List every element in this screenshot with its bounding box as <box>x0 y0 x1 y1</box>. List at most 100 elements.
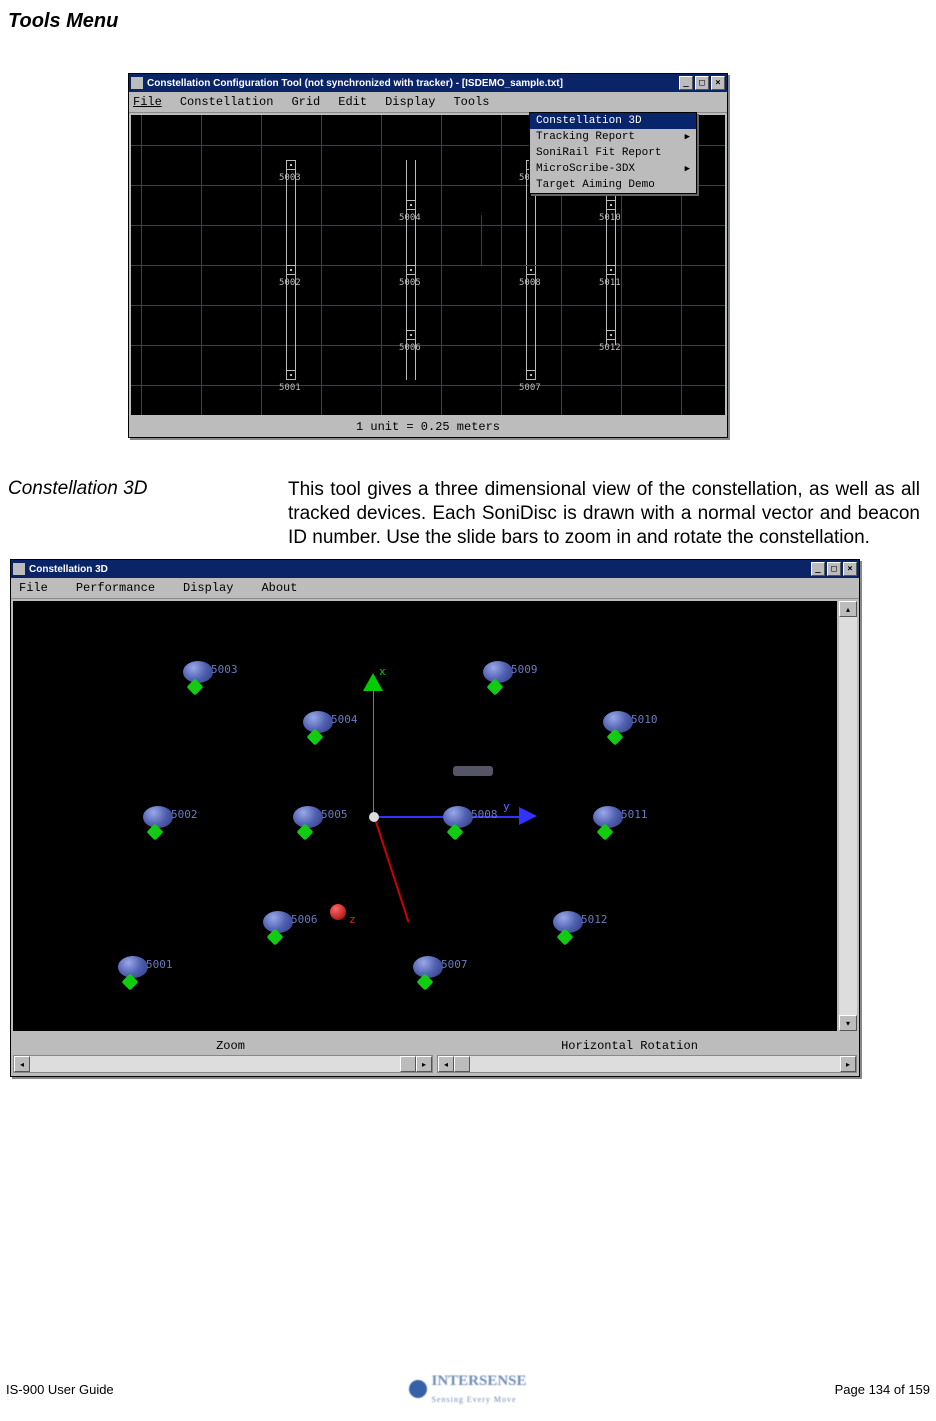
sonidisc-icon <box>553 911 583 933</box>
dropdown-target-aiming[interactable]: Target Aiming Demo <box>530 177 696 193</box>
submenu-arrow-icon: ▶ <box>685 132 690 142</box>
dropdown-sonirail-fit[interactable]: SoniRail Fit Report <box>530 145 696 161</box>
disc-label: 5010 <box>631 713 658 726</box>
scroll-right-button[interactable]: ▸ <box>416 1056 432 1072</box>
figure-constellation-3d: Constellation 3D _ □ × File Performance … <box>10 559 928 1077</box>
tracker-icon <box>453 766 493 776</box>
dropdown-constellation-3d[interactable]: Constellation 3D <box>530 113 696 129</box>
beacon-5006-label: 5006 <box>399 343 421 353</box>
maximize-button[interactable]: □ <box>827 562 841 576</box>
tools-dropdown: Constellation 3D Tracking Report ▶ SoniR… <box>529 112 697 194</box>
config-tool-titlebar: Constellation Configuration Tool (not sy… <box>129 74 727 92</box>
config-tool-title: Constellation Configuration Tool (not sy… <box>147 78 563 89</box>
footer-right: Page 134 of 159 <box>527 1382 930 1397</box>
scroll-right-button[interactable]: ▸ <box>840 1056 856 1072</box>
sonidisc-icon <box>143 806 173 828</box>
dropdown-item-label: Tracking Report <box>536 131 635 143</box>
window-icon <box>131 77 143 89</box>
feature-description: This tool gives a three dimensional view… <box>288 478 928 549</box>
scroll-left-button[interactable]: ◂ <box>14 1056 30 1072</box>
dropdown-tracking-report[interactable]: Tracking Report ▶ <box>530 129 696 145</box>
scroll-left-button[interactable]: ◂ <box>438 1056 454 1072</box>
origin-icon <box>369 812 379 822</box>
disc-label: 5009 <box>511 663 538 676</box>
sonidisc-icon <box>603 711 633 733</box>
minimize-button[interactable]: _ <box>811 562 825 576</box>
menu-grid[interactable]: Grid <box>291 95 320 109</box>
slider-labels: Zoom Horizontal Rotation <box>11 1033 859 1055</box>
sonidisc-icon <box>118 956 148 978</box>
section-title: Tools Menu <box>8 10 928 33</box>
y-axis-cone-icon <box>519 807 537 825</box>
logo-subtext: Sensing Every Move <box>431 1395 516 1404</box>
beacon-5005-label: 5005 <box>399 278 421 288</box>
logo-icon <box>409 1380 427 1398</box>
axis-x-label: x <box>379 665 386 678</box>
beacon-5012-label: 5012 <box>599 343 621 353</box>
disc-label: 5001 <box>146 958 173 971</box>
scroll-up-button[interactable]: ▴ <box>839 601 857 617</box>
beacon-5010-label: 5010 <box>599 213 621 223</box>
maximize-button[interactable]: □ <box>695 76 709 90</box>
intersense-logo: INTERSENSE Sensing Every Move <box>409 1373 526 1405</box>
menu-tools[interactable]: Tools <box>453 95 489 109</box>
dropdown-item-label: MicroScribe-3DX <box>536 163 635 175</box>
menu-edit[interactable]: Edit <box>338 95 367 109</box>
axis-z-label: z <box>349 913 356 926</box>
footer-left: IS-900 User Guide <box>6 1382 409 1397</box>
figure-config-tool: Constellation Configuration Tool (not sy… <box>128 73 928 438</box>
submenu-arrow-icon: ▶ <box>685 164 690 174</box>
close-button[interactable]: × <box>843 562 857 576</box>
constellation-3d-window: Constellation 3D _ □ × File Performance … <box>10 559 860 1077</box>
disc-label: 5006 <box>291 913 318 926</box>
sonidisc-icon <box>263 911 293 933</box>
menu-file[interactable]: File <box>19 581 48 595</box>
beacon-5003-label: 5003 <box>279 173 301 183</box>
feature-label: Constellation 3D <box>8 478 288 549</box>
sonidisc-icon <box>303 711 333 733</box>
beacon-5008-label: 5008 <box>519 278 541 288</box>
disc-label: 5007 <box>441 958 468 971</box>
sonidisc-icon <box>293 806 323 828</box>
config-tool-menubar: File Constellation Grid Edit Display Too… <box>129 92 727 113</box>
beacon-5007-label: 5007 <box>519 383 541 393</box>
menu-file[interactable]: File <box>133 95 162 109</box>
scale-bar: 1 unit = 0.25 meters <box>129 417 727 437</box>
3d-canvas: x y z 5003500950045010500250055008501150… <box>13 601 837 1031</box>
sonidisc-icon <box>413 956 443 978</box>
menu-about[interactable]: About <box>261 581 297 595</box>
minimize-button[interactable]: _ <box>679 76 693 90</box>
dropdown-item-label: Constellation 3D <box>536 115 642 127</box>
vertical-scrollbar[interactable]: ▴ ▾ <box>839 601 857 1031</box>
axis-y-label: y <box>503 800 510 813</box>
rotation-label: Horizontal Rotation <box>430 1039 859 1053</box>
z-axis-cone-icon <box>330 904 346 920</box>
window-icon <box>13 563 25 575</box>
config-tool-window: Constellation Configuration Tool (not sy… <box>128 73 728 438</box>
scroll-down-button[interactable]: ▾ <box>839 1015 857 1031</box>
disc-label: 5002 <box>171 808 198 821</box>
menu-performance[interactable]: Performance <box>76 581 155 595</box>
zoom-label: Zoom <box>11 1039 430 1053</box>
disc-label: 5011 <box>621 808 648 821</box>
dropdown-item-label: SoniRail Fit Report <box>536 147 661 159</box>
menu-display[interactable]: Display <box>385 95 435 109</box>
beacon-5001-label: 5001 <box>279 383 301 393</box>
sonidisc-icon <box>593 806 623 828</box>
beacon-5002-label: 5002 <box>279 278 301 288</box>
description-row: Constellation 3D This tool gives a three… <box>8 478 928 549</box>
menu-display[interactable]: Display <box>183 581 233 595</box>
rotation-slider[interactable]: ◂ ▸ <box>437 1055 857 1073</box>
zoom-slider[interactable]: ◂ ▸ <box>13 1055 433 1073</box>
logo-text: INTERSENSE <box>431 1373 526 1389</box>
dropdown-microscribe[interactable]: MicroScribe-3DX ▶ <box>530 161 696 177</box>
close-button[interactable]: × <box>711 76 725 90</box>
sonidisc-icon <box>483 661 513 683</box>
beacon-5011-label: 5011 <box>599 278 621 288</box>
menu-constellation[interactable]: Constellation <box>180 95 274 109</box>
sonidisc-icon <box>443 806 473 828</box>
disc-label: 5003 <box>211 663 238 676</box>
sonidisc-icon <box>183 661 213 683</box>
disc-label: 5012 <box>581 913 608 926</box>
beacon-5004-label: 5004 <box>399 213 421 223</box>
